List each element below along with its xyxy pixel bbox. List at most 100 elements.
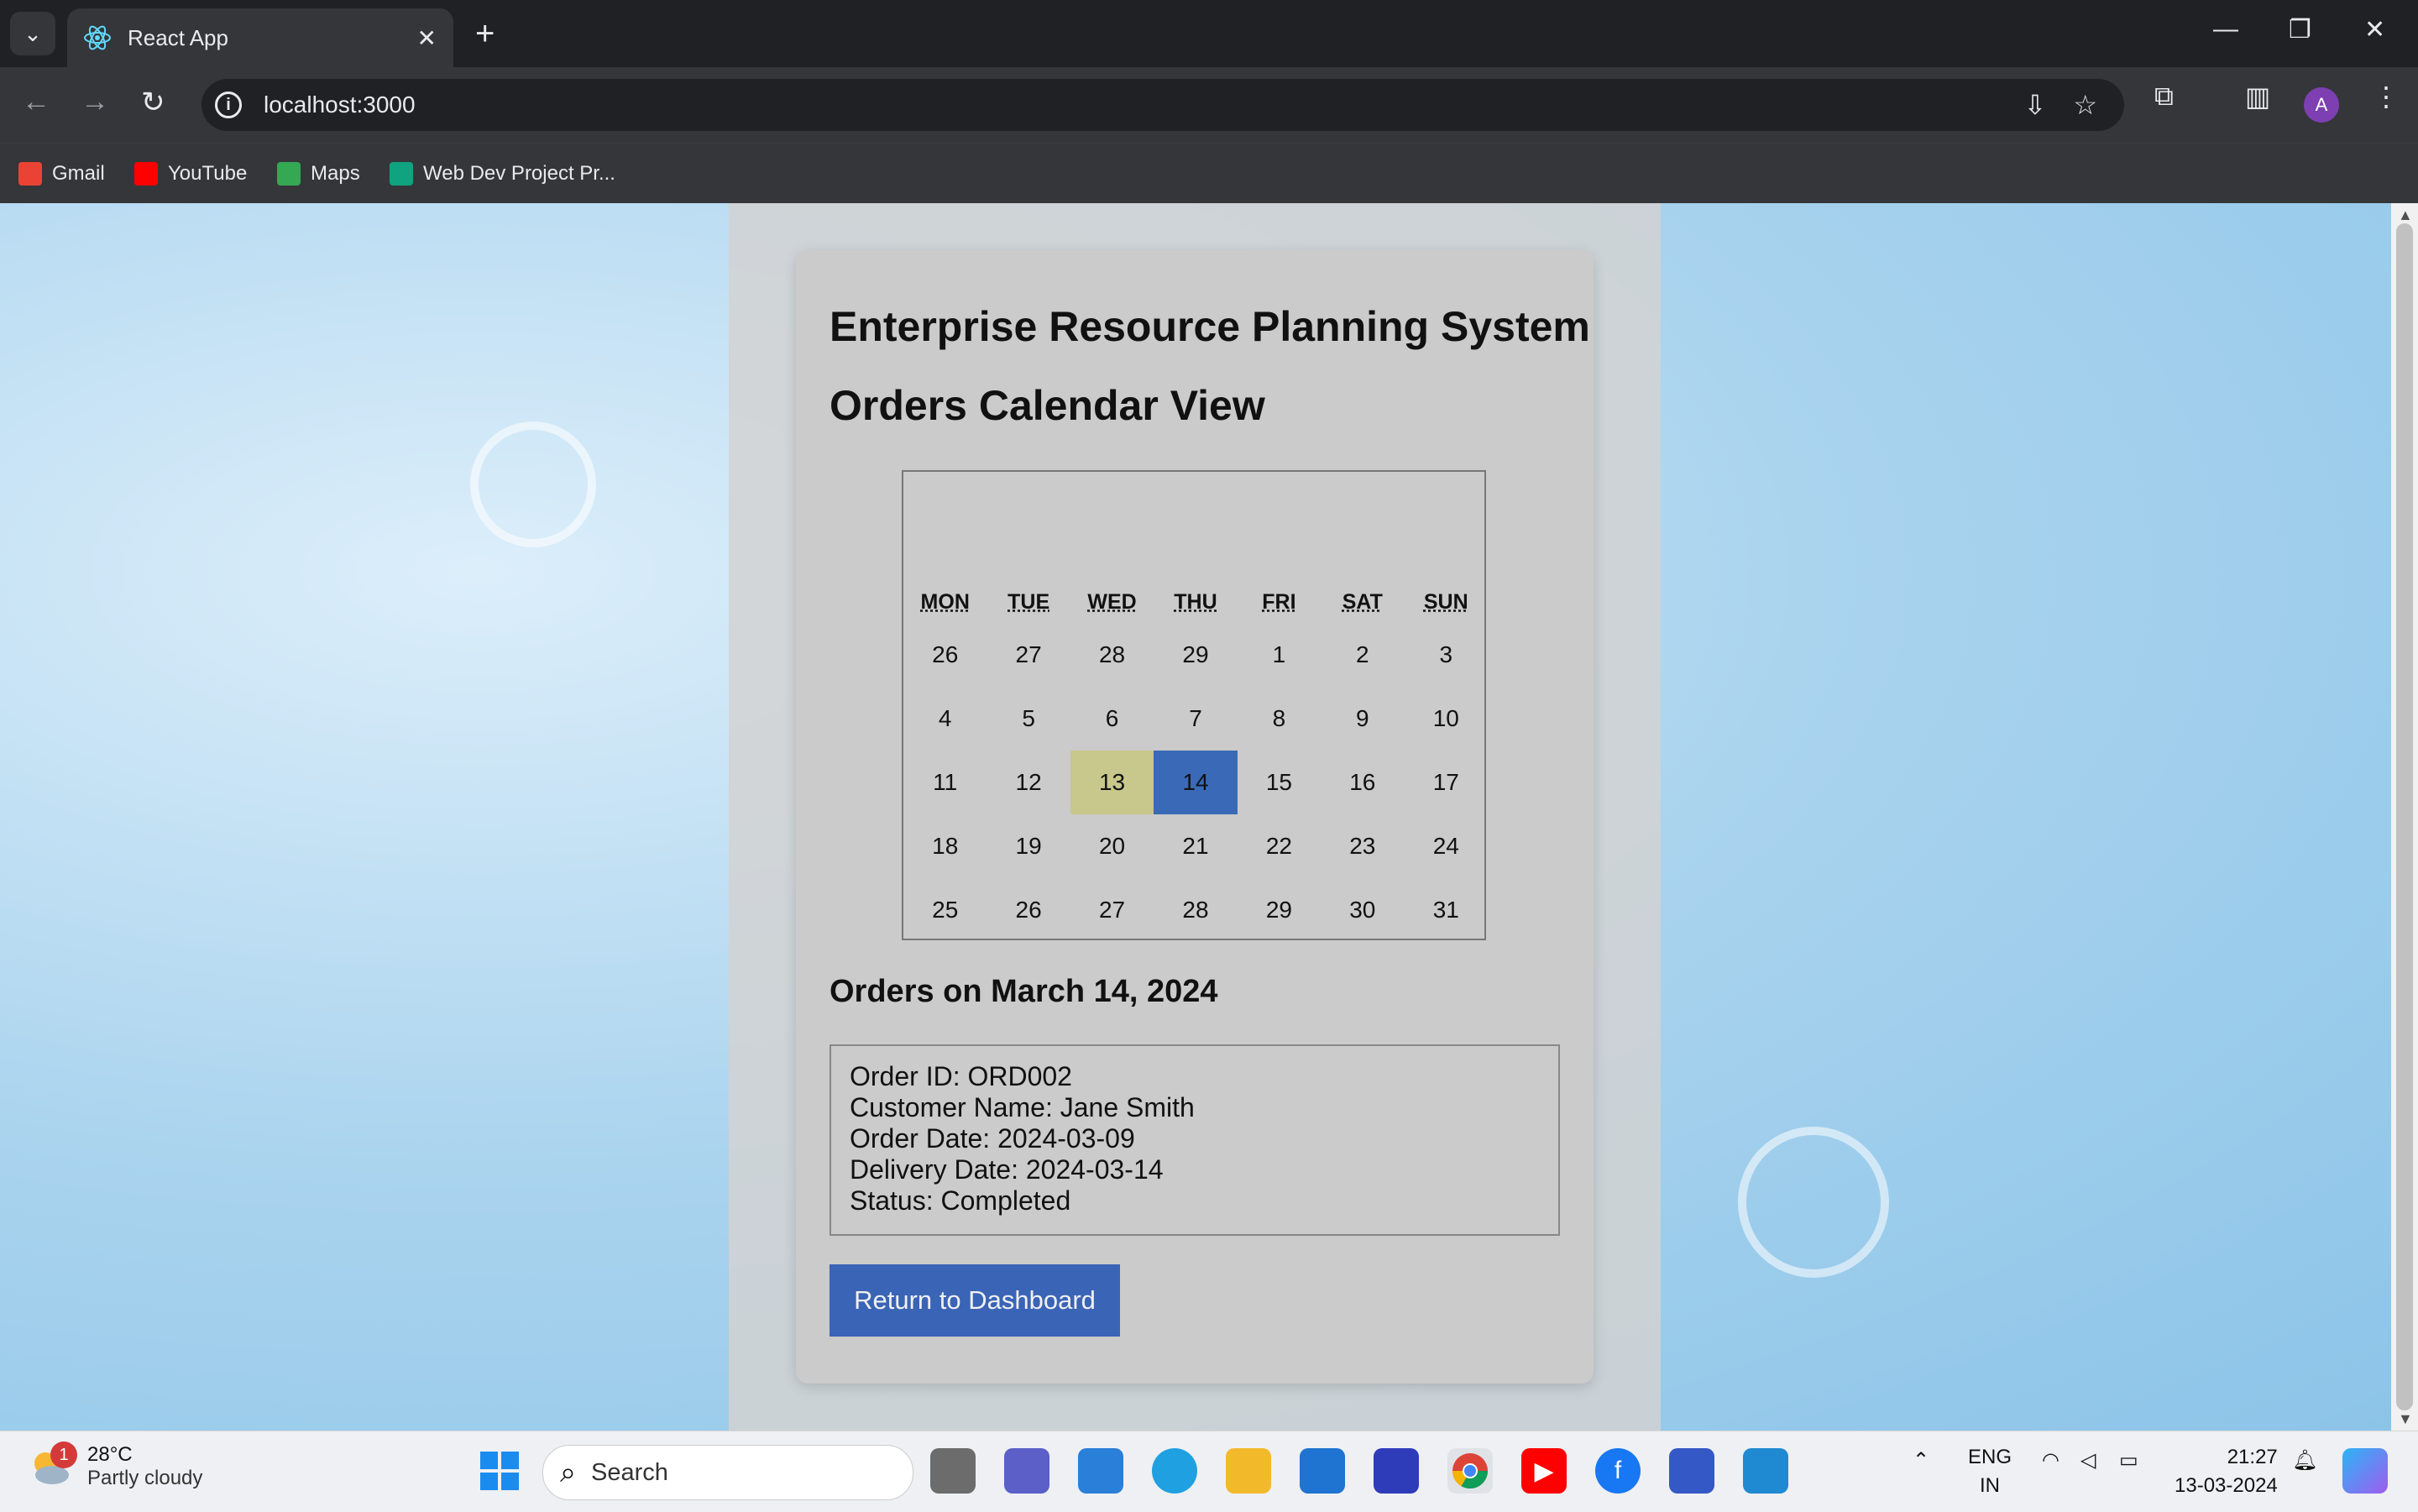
calendar-day[interactable]: 4 [903, 687, 987, 751]
windows-start-icon[interactable] [477, 1448, 522, 1494]
youtube-app-icon[interactable]: ▶ [1521, 1448, 1567, 1494]
calendar-day-today[interactable]: 13 [1070, 751, 1154, 814]
calendar-day-selected[interactable]: 14 [1154, 751, 1238, 814]
calendar-day[interactable]: 3 [1405, 623, 1488, 687]
order-date: Order Date: 2024-03-09 [850, 1123, 1135, 1154]
calendar-day[interactable]: 26 [903, 623, 987, 687]
calendar-day[interactable]: 24 [1405, 814, 1488, 878]
app-icon[interactable] [1374, 1448, 1419, 1494]
bookmark-star-icon[interactable]: ☆ [2073, 89, 2097, 121]
calendar-day[interactable]: 15 [1238, 751, 1321, 814]
calendar-day[interactable]: 7 [1154, 687, 1237, 751]
calendar-day[interactable]: 6 [1070, 687, 1154, 751]
menu-icon[interactable]: ⋮ [2373, 81, 2400, 112]
calendar-day[interactable]: 19 [987, 814, 1070, 878]
tab-search-button[interactable]: ⌄ [10, 12, 55, 55]
edge-icon[interactable] [1152, 1448, 1197, 1494]
calendar-day[interactable]: 2 [1321, 623, 1404, 687]
forward-icon[interactable]: → [81, 86, 109, 118]
notification-bell-icon[interactable]: 🔔︎ [2292, 1448, 2317, 1473]
store-icon[interactable] [1078, 1448, 1123, 1494]
vscode-icon[interactable] [1743, 1448, 1788, 1494]
reload-icon[interactable]: ↻ [141, 86, 165, 119]
calendar-week: 25 26 27 28 29 30 31 [903, 878, 1488, 942]
chat-icon[interactable] [1004, 1448, 1049, 1494]
decorative-globe [1738, 1127, 1889, 1278]
calendar-day[interactable]: 27 [1070, 878, 1154, 942]
bookmarks-bar: Gmail YouTube Maps Web Dev Project Pr... [0, 143, 2418, 204]
calendar-day[interactable]: 31 [1405, 878, 1488, 942]
browser-tab[interactable]: React App ✕ [67, 8, 453, 67]
url-text[interactable]: localhost:3000 [264, 92, 2024, 118]
calendar-day[interactable]: 23 [1321, 814, 1404, 878]
calendar-day[interactable]: 17 [1405, 751, 1488, 814]
bookmark-web-dev[interactable]: Web Dev Project Pr... [390, 155, 615, 192]
calendar-day[interactable]: 16 [1321, 751, 1404, 814]
language-indicator[interactable]: ENG IN [1968, 1443, 2012, 1500]
tab-close-icon[interactable]: ✕ [417, 24, 437, 52]
calendar-day[interactable]: 18 [903, 814, 987, 878]
calendar-day[interactable]: 25 [903, 878, 987, 942]
calendar-day[interactable]: 1 [1238, 623, 1321, 687]
calendar-day[interactable]: 21 [1154, 814, 1237, 878]
wifi-icon[interactable]: ◠ [2042, 1448, 2059, 1473]
scroll-up-icon[interactable]: ▲ [2398, 207, 2413, 224]
window-close-icon[interactable]: ✕ [2364, 15, 2385, 44]
scrollbar-thumb[interactable] [2396, 223, 2413, 1410]
calendar-day[interactable]: 8 [1238, 687, 1321, 751]
calendar-day[interactable]: 22 [1238, 814, 1321, 878]
back-icon[interactable]: ← [22, 86, 50, 118]
calendar-day[interactable]: 11 [903, 751, 987, 814]
side-panel-icon[interactable]: ▥ [2245, 81, 2270, 112]
calendar-day[interactable]: 29 [1154, 623, 1237, 687]
page-scrollbar[interactable]: ▲ ▼ [2391, 203, 2418, 1431]
bookmark-gmail[interactable]: Gmail [18, 155, 105, 192]
order-customer: Customer Name: Jane Smith [850, 1092, 1195, 1122]
install-app-icon[interactable]: ⇩ [2024, 89, 2047, 121]
weekday-label: THU [1174, 589, 1217, 614]
calendar-day[interactable]: 5 [987, 687, 1070, 751]
weather-widget[interactable]: 1 28°C Partly cloudy [25, 1441, 202, 1492]
profile-avatar[interactable]: A [2304, 87, 2339, 123]
calendar-day[interactable]: 26 [987, 878, 1070, 942]
copilot-icon[interactable] [2342, 1448, 2388, 1494]
file-explorer-icon[interactable] [1226, 1448, 1271, 1494]
bookmark-maps[interactable]: Maps [277, 155, 360, 192]
weather-condition: Partly cloudy [87, 1467, 203, 1489]
calendar-day[interactable]: 30 [1321, 878, 1404, 942]
extensions-icon[interactable]: ⧉ [2154, 81, 2174, 112]
calendar-day[interactable]: 27 [987, 623, 1070, 687]
bookmark-youtube[interactable]: YouTube [134, 155, 247, 192]
react-icon [84, 25, 111, 50]
site-info-icon[interactable]: i [215, 92, 242, 118]
calendar-day[interactable]: 29 [1238, 878, 1321, 942]
new-tab-button[interactable]: + [475, 13, 495, 54]
calendar-day[interactable]: 28 [1154, 878, 1237, 942]
bookmark-label: Maps [311, 162, 360, 185]
calendar-card: Enterprise Resource Planning System Orde… [796, 250, 1594, 1384]
calendar-week: 11 12 13 14 15 16 17 [903, 751, 1488, 814]
scroll-down-icon[interactable]: ▼ [2398, 1410, 2413, 1428]
order-details: Order ID: ORD002 Customer Name: Jane Smi… [830, 1044, 1560, 1236]
return-to-dashboard-button[interactable]: Return to Dashboard [830, 1264, 1120, 1337]
calendar-day[interactable]: 20 [1070, 814, 1154, 878]
calendar-day[interactable]: 9 [1321, 687, 1404, 751]
restore-icon[interactable]: ❐ [2289, 15, 2311, 44]
gmail-icon [18, 162, 42, 186]
taskbar-search[interactable]: ⌕ Search [542, 1445, 913, 1500]
chrome-icon[interactable] [1447, 1448, 1493, 1494]
maps-icon [277, 162, 301, 186]
mail-icon[interactable] [1300, 1448, 1345, 1494]
calendar-day[interactable]: 28 [1070, 623, 1154, 687]
minimize-icon[interactable]: — [2213, 15, 2238, 44]
task-view-icon[interactable] [930, 1448, 976, 1494]
volume-icon[interactable]: ◁ [2080, 1448, 2096, 1473]
system-clock[interactable]: 21:27 13-03-2024 [2175, 1443, 2278, 1500]
calendar-day[interactable]: 12 [987, 751, 1070, 814]
address-bar[interactable]: i localhost:3000 ⇩ ☆ [202, 79, 2124, 131]
calendar-day[interactable]: 10 [1405, 687, 1488, 751]
facebook-icon[interactable]: f [1595, 1448, 1641, 1494]
webex-icon[interactable] [1669, 1448, 1714, 1494]
chevron-up-icon[interactable]: ⌃ [1913, 1448, 1929, 1473]
battery-icon[interactable]: ▭ [2119, 1448, 2138, 1473]
